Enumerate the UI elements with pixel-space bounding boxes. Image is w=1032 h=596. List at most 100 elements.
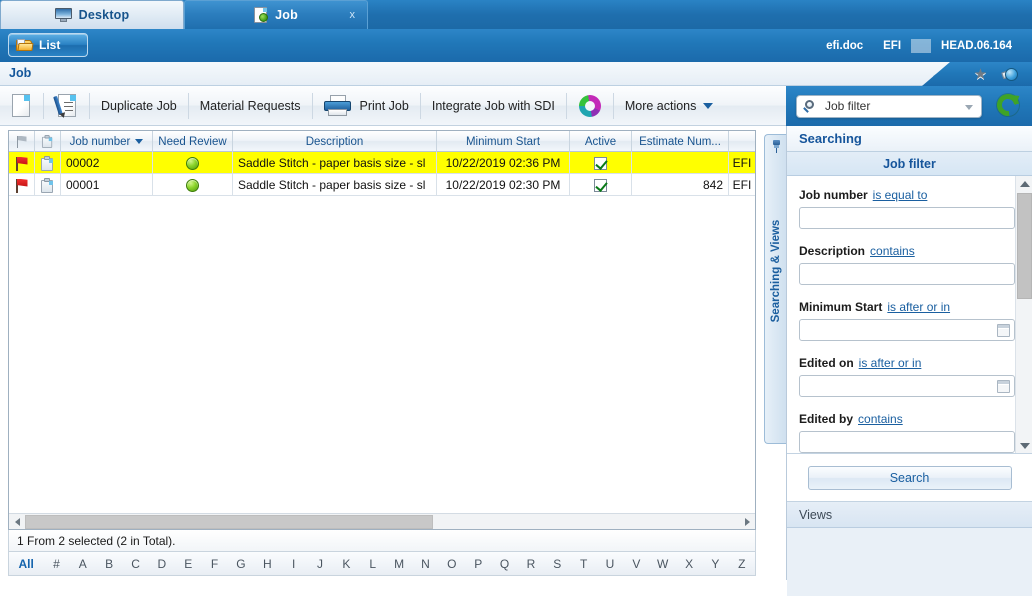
refresh-button[interactable] [992,89,1024,121]
material-requests-button[interactable]: Material Requests [189,86,312,126]
edited-by-input[interactable] [800,432,1014,452]
views-section-body [787,528,1032,596]
minimum-start-input[interactable] [800,320,1014,340]
globe-icon[interactable] [1001,67,1018,82]
duplicate-job-button[interactable]: Duplicate Job [90,86,188,126]
window-tab-desktop[interactable]: Desktop [0,0,184,29]
alpha-filter-q[interactable]: Q [491,557,517,571]
field-minimum-start-input-wrap[interactable] [799,319,1015,341]
print-job-button[interactable]: Print Job [313,86,420,126]
alpha-filter-x[interactable]: X [676,557,702,571]
row-job-number: 00001 [61,174,153,196]
searching-and-views-tab[interactable]: Searching & Views [764,134,786,444]
alpha-filter-i[interactable]: I [281,557,307,571]
alpha-filter-l[interactable]: L [360,557,386,571]
alpha-filter-a[interactable]: A [70,557,96,571]
description-input[interactable] [800,264,1014,284]
alpha-filter-p[interactable]: P [465,557,491,571]
grid-header-clipboard[interactable] [35,131,61,152]
alpha-filter-z[interactable]: Z [729,557,755,571]
calendar-icon[interactable] [997,380,1010,393]
views-section-header[interactable]: Views [787,502,1032,528]
table-row[interactable]: 00002 Saddle Stitch - paper basis size -… [9,152,755,174]
alpha-filter-m[interactable]: M [386,557,412,571]
alpha-filter-d[interactable]: D [149,557,175,571]
row-clipboard-cell[interactable] [35,174,61,196]
table-row[interactable]: 00001 Saddle Stitch - paper basis size -… [9,174,755,196]
material-requests-label: Material Requests [199,98,301,113]
alpha-filter-w[interactable]: W [650,557,676,571]
alpha-filter-y[interactable]: Y [702,557,728,571]
field-description-operator[interactable]: contains [870,244,915,258]
alpha-filter-b[interactable]: B [96,557,122,571]
calendar-icon[interactable] [997,324,1010,337]
field-description: Description contains [799,244,1018,285]
window-tab-close-icon[interactable]: x [350,9,356,21]
scroll-left-button[interactable] [9,514,25,529]
field-job-number-operator[interactable]: is equal to [873,188,928,202]
vertical-scroll-thumb[interactable] [1017,193,1032,299]
grid-horizontal-scrollbar[interactable] [9,513,755,529]
field-minimum-start-operator[interactable]: is after or in [887,300,950,314]
field-edited-on-operator[interactable]: is after or in [859,356,922,370]
header-divider [911,38,932,53]
alpha-filter-j[interactable]: J [307,557,333,571]
field-edited-by-input-wrap[interactable] [799,431,1015,453]
alpha-filter-n[interactable]: N [412,557,438,571]
row-flag-cell[interactable] [9,152,35,174]
pin-icon[interactable] [771,140,782,153]
field-edited-on-input-wrap[interactable] [799,375,1015,397]
grid-header-minimum-start[interactable]: Minimum Start [437,131,570,152]
alpha-filter-k[interactable]: K [333,557,359,571]
field-edited-by-operator[interactable]: contains [858,412,903,426]
grid-header-active[interactable]: Active [570,131,632,152]
alpha-filter-r[interactable]: R [518,557,544,571]
field-job-number-input-wrap[interactable] [799,207,1015,229]
search-panel-scrollbar[interactable] [1015,176,1032,453]
alpha-filter-h[interactable]: H [254,557,280,571]
row-clipboard-cell[interactable] [35,152,61,174]
alpha-filter-hash[interactable]: # [43,557,69,571]
grid-header-job-number[interactable]: Job number [61,131,153,152]
field-edited-by-label-row: Edited by contains [799,412,1018,426]
grid-header-flag[interactable] [9,131,35,152]
horizontal-scroll-track[interactable] [433,515,739,529]
alpha-filter-c[interactable]: C [122,557,148,571]
grid-header-owner[interactable] [729,131,755,152]
header-user-doc[interactable]: efi.doc [816,40,873,52]
alpha-filter-v[interactable]: V [623,557,649,571]
grid-header-need-review[interactable]: Need Review [153,131,233,152]
grid-header-description[interactable]: Description [233,131,437,152]
header-company[interactable]: EFI [873,40,911,52]
grid-header-row: Job number Need Review Description Minim… [9,131,755,152]
row-flag-cell[interactable] [9,174,35,196]
alpha-filter-t[interactable]: T [570,557,596,571]
field-description-input-wrap[interactable] [799,263,1015,285]
integrate-job-with-sdi-button[interactable]: Integrate Job with SDI [421,86,566,126]
edited-on-input[interactable] [800,376,1014,396]
job-filter-dropdown[interactable]: Job filter [796,94,982,118]
more-actions-button[interactable]: More actions [614,86,725,126]
alpha-filter-e[interactable]: E [175,557,201,571]
window-tab-job[interactable]: Job x [184,0,368,29]
alpha-filter-s[interactable]: S [544,557,570,571]
alpha-filter-f[interactable]: F [201,557,227,571]
alpha-filter-all[interactable]: All [9,557,43,571]
edit-job-button[interactable] [44,86,89,126]
field-edited-on: Edited on is after or in [799,356,1018,397]
search-button[interactable]: Search [807,465,1012,490]
star-icon[interactable]: ★ [973,67,988,82]
job-number-input[interactable] [800,208,1014,228]
alpha-filter-u[interactable]: U [597,557,623,571]
list-button[interactable]: List [8,33,88,57]
new-job-button[interactable] [0,86,43,126]
sdi-sync-button[interactable] [567,86,613,126]
scroll-up-button[interactable] [1016,176,1032,192]
grid-header-estimate-number[interactable]: Estimate Num... [632,131,729,152]
horizontal-scroll-thumb[interactable] [25,514,433,529]
alpha-filter-g[interactable]: G [228,557,254,571]
scroll-down-button[interactable] [1016,438,1032,453]
alpha-filter-o[interactable]: O [439,557,465,571]
field-minimum-start-label-row: Minimum Start is after or in [799,300,1018,314]
scroll-right-button[interactable] [739,514,755,529]
